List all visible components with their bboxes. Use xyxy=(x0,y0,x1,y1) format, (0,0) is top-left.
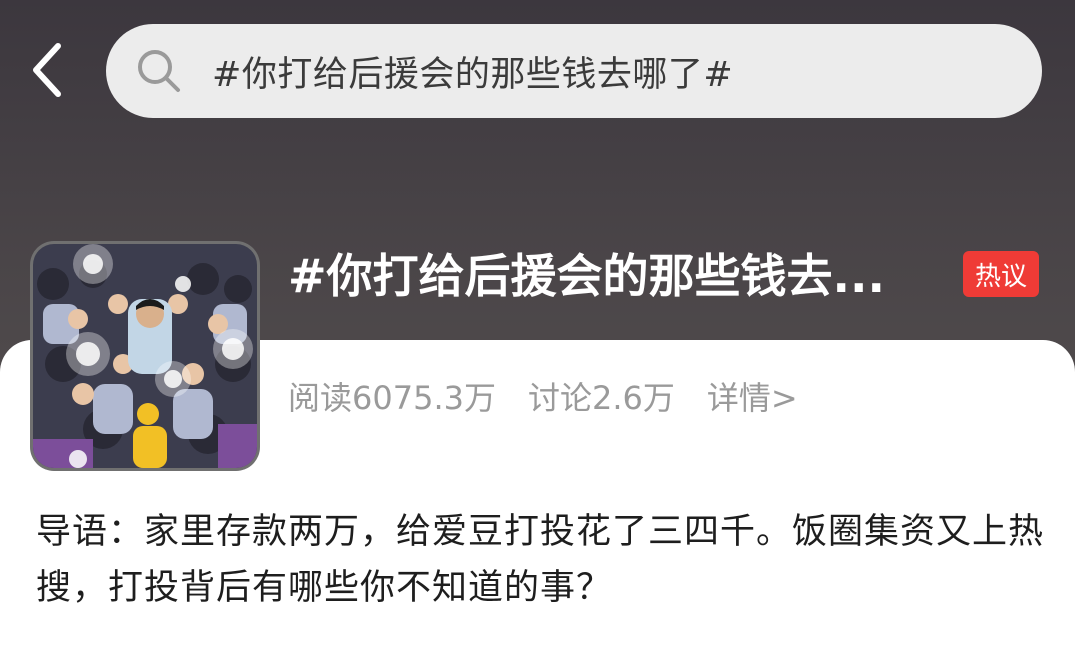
topic-cover[interactable] xyxy=(30,241,260,471)
chevron-left-icon xyxy=(33,43,61,97)
cover-illustration xyxy=(33,244,257,468)
read-count: 阅读6075.3万 xyxy=(288,379,496,417)
discussion-count: 讨论2.6万 xyxy=(527,379,675,417)
search-query[interactable]: #你打给后援会的那些钱去哪了# xyxy=(212,46,733,97)
hot-badge: 热议 xyxy=(963,251,1039,297)
search-icon xyxy=(136,48,182,94)
details-link[interactable]: 详情> xyxy=(707,373,798,419)
topic-stats: 阅读6075.3万 讨论2.6万 详情> xyxy=(288,372,798,420)
topic-title: #你打给后援会的那些钱去... xyxy=(288,249,885,303)
back-button[interactable] xyxy=(20,40,76,100)
topic-intro: 导语：家里存款两万，给爱豆打投花了三四千。饭圈集资又上热搜，打投背后有哪些你不知… xyxy=(36,512,1045,608)
search-bar[interactable]: #你打给后援会的那些钱去哪了# xyxy=(106,24,1042,118)
